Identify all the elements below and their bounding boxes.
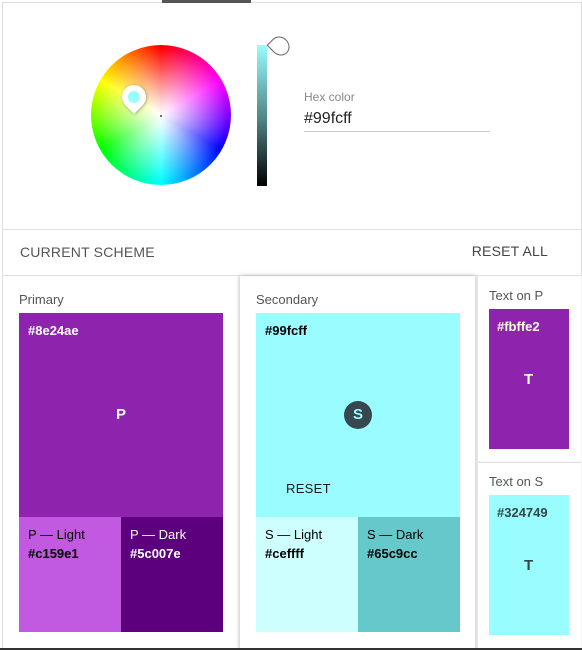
- primary-dark-code: #5c007e: [130, 546, 181, 561]
- primary-code: #8e24ae: [28, 323, 79, 338]
- current-scheme-title: CURRENT SCHEME: [20, 244, 155, 260]
- text-on-primary-card: Text on P #fbffe2 T: [477, 276, 581, 461]
- secondary-dark-code: #65c9cc: [367, 546, 418, 561]
- primary-swatch[interactable]: #8e24ae P: [19, 313, 223, 517]
- secondary-light-label: S — Light: [265, 527, 323, 542]
- secondary-reset-button[interactable]: RESET: [286, 481, 331, 496]
- primary-letter: P: [116, 406, 127, 423]
- text-on-primary-code: #fbffe2: [497, 319, 540, 334]
- secondary-light-swatch[interactable]: S — Light #ceffff: [256, 517, 358, 632]
- primary-light-swatch[interactable]: P — Light #c159e1: [19, 517, 121, 632]
- text-on-primary-swatch[interactable]: #fbffe2 T: [489, 309, 569, 449]
- lightness-slider[interactable]: [257, 45, 267, 186]
- secondary-title: Secondary: [256, 292, 319, 307]
- text-on-secondary-card: Text on S #324749 T: [477, 462, 581, 650]
- secondary-swatch[interactable]: #99fcff S RESET: [256, 313, 460, 517]
- text-on-secondary-title: Text on S: [489, 474, 544, 489]
- reset-all-button[interactable]: RESET ALL: [472, 243, 548, 259]
- primary-title: Primary: [19, 292, 64, 307]
- secondary-code: #99fcff: [265, 323, 307, 338]
- hex-color-label: Hex color: [304, 90, 355, 104]
- hex-color-input[interactable]: [304, 106, 490, 132]
- secondary-dark-label: S — Dark: [367, 527, 424, 542]
- primary-dark-swatch[interactable]: P — Dark #5c007e: [121, 517, 223, 632]
- color-picker-panel: [2, 3, 582, 229]
- primary-light-label: P — Light: [28, 527, 85, 542]
- current-scheme-bar: CURRENT SCHEME RESET ALL: [2, 229, 582, 275]
- secondary-card: Secondary #99fcff S RESET S — Light #cef…: [240, 276, 475, 650]
- secondary-dark-swatch[interactable]: S — Dark #65c9cc: [358, 517, 460, 632]
- secondary-badge: S: [344, 401, 372, 429]
- primary-card: Primary #8e24ae P P — Light #c159e1 P — …: [2, 276, 238, 650]
- text-on-secondary-letter: T: [524, 557, 534, 574]
- text-on-secondary-swatch[interactable]: #324749 T: [489, 495, 569, 635]
- text-on-secondary-code: #324749: [497, 505, 548, 520]
- color-wheel-center: [160, 115, 162, 117]
- primary-dark-label: P — Dark: [130, 527, 187, 542]
- primary-light-code: #c159e1: [28, 546, 79, 561]
- secondary-light-code: #ceffff: [265, 546, 305, 561]
- text-on-primary-title: Text on P: [489, 288, 544, 303]
- text-on-primary-letter: T: [524, 371, 534, 388]
- selected-color-dot: [125, 88, 143, 106]
